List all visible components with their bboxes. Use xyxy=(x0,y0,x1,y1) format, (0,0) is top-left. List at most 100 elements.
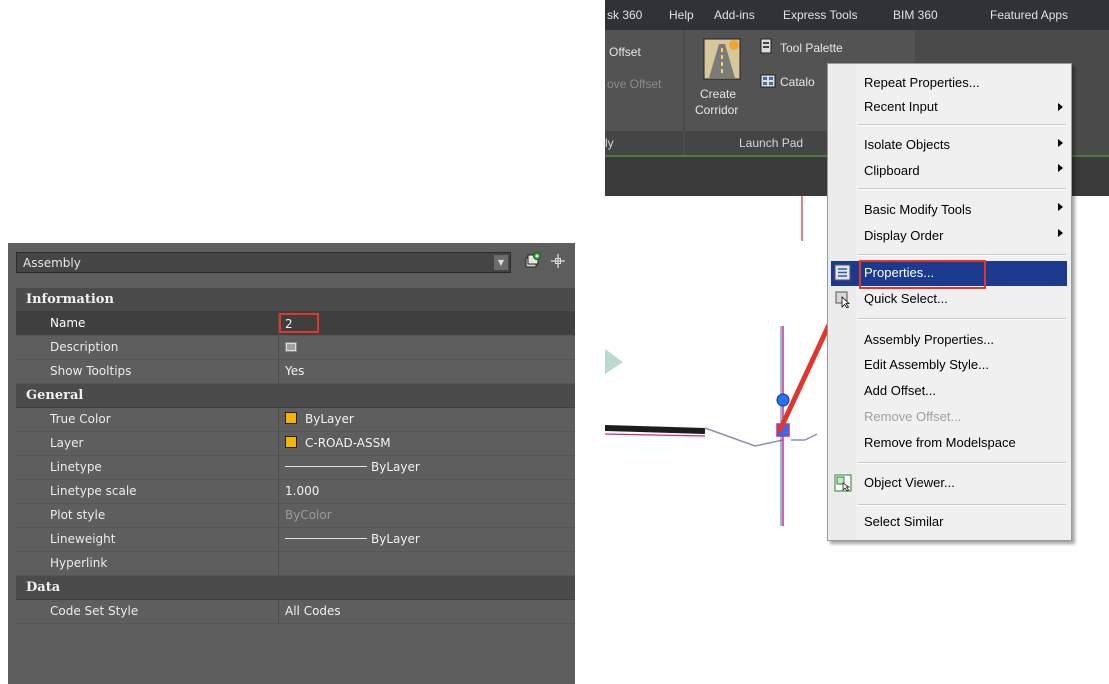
quick-select-icon xyxy=(835,291,851,308)
property-value[interactable]: ByLayer xyxy=(279,528,575,551)
property-row-code-set-style[interactable]: Code Set Style All Codes xyxy=(16,600,575,624)
property-value[interactable]: ByLayer xyxy=(279,408,575,431)
property-value[interactable] xyxy=(279,552,575,575)
menu-remove-offset: Remove Offset... xyxy=(864,409,962,424)
property-row-description[interactable]: Description xyxy=(16,336,575,360)
category-general[interactable]: General xyxy=(16,384,575,408)
color-swatch xyxy=(285,436,297,448)
menu-object-viewer[interactable]: Object Viewer... xyxy=(864,472,955,494)
category-data[interactable]: Data xyxy=(16,576,575,600)
menu-recent-input[interactable]: Recent Input xyxy=(864,96,938,118)
menu-bar: sk 360 Help Add-ins Express Tools BIM 36… xyxy=(605,0,1109,30)
property-value[interactable]: 1.000 xyxy=(279,480,575,503)
menu-repeat-properties[interactable]: Repeat Properties... xyxy=(864,72,980,94)
property-key: Plot style xyxy=(16,504,279,527)
menu-display-order[interactable]: Display Order xyxy=(864,225,943,247)
properties-annotation-box xyxy=(859,260,986,289)
object-type-label: Assembly xyxy=(23,256,81,270)
panel-label: ly xyxy=(605,136,614,150)
chevron-right-icon xyxy=(605,349,623,374)
property-row-lineweight[interactable]: Lineweight ByLayer xyxy=(16,528,575,552)
menu-basic-modify-tools[interactable]: Basic Modify Tools xyxy=(864,199,971,221)
property-value[interactable]: 2 xyxy=(279,312,575,335)
menu-isolate-objects[interactable]: Isolate Objects xyxy=(864,134,950,156)
lineweight-preview xyxy=(285,538,367,539)
text-edit-icon[interactable] xyxy=(285,342,297,352)
submenu-arrow-icon xyxy=(1058,203,1063,211)
quick-select-icon[interactable] xyxy=(524,252,542,270)
linetype-preview xyxy=(285,466,367,467)
menu-separator xyxy=(858,188,1066,190)
palette-header: Assembly ▼ xyxy=(8,243,575,277)
create-corridor-icon[interactable] xyxy=(703,38,741,82)
select-objects-icon[interactable] xyxy=(549,252,567,270)
property-grid: Information Name 2 Description Show Tool… xyxy=(16,288,575,624)
property-key: Layer xyxy=(16,432,279,455)
chevron-down-icon[interactable]: ▼ xyxy=(494,255,508,270)
property-row-show-tooltips[interactable]: Show Tooltips Yes xyxy=(16,360,575,384)
tool-palette-icon[interactable] xyxy=(760,38,774,54)
property-value[interactable] xyxy=(279,336,575,359)
catalog-button[interactable]: Catalo xyxy=(780,75,815,89)
property-key: Linetype xyxy=(16,456,279,479)
menu-item-express-tools[interactable]: Express Tools xyxy=(783,8,857,22)
property-value: ByColor xyxy=(285,508,332,522)
context-menu: Repeat Properties... Recent Input Isolat… xyxy=(827,63,1072,541)
property-value[interactable]: Yes xyxy=(279,360,575,383)
property-key: Name xyxy=(16,312,279,335)
properties-palette: Assembly ▼ Information Name 2 Descriptio… xyxy=(8,243,575,684)
property-row-name[interactable]: Name 2 xyxy=(16,312,575,336)
property-row-hyperlink[interactable]: Hyperlink xyxy=(16,552,575,576)
name-value-highlight: 2 xyxy=(279,313,319,333)
panel-label: Launch Pad xyxy=(739,136,804,150)
panel-footer-assembly: ly xyxy=(605,131,683,156)
property-value[interactable]: C-ROAD-ASSM xyxy=(279,432,575,455)
menu-item-bim360[interactable]: BIM 360 xyxy=(893,8,938,22)
submenu-arrow-icon xyxy=(1058,229,1063,237)
property-key: Hyperlink xyxy=(16,552,279,575)
create-corridor-label-1[interactable]: Create xyxy=(700,87,736,101)
menu-edit-assembly-style[interactable]: Edit Assembly Style... xyxy=(864,354,989,376)
color-swatch xyxy=(285,412,297,424)
menu-assembly-properties[interactable]: Assembly Properties... xyxy=(864,329,994,351)
menu-item-help[interactable]: Help xyxy=(669,8,694,22)
submenu-arrow-icon xyxy=(1058,164,1063,172)
menu-clipboard[interactable]: Clipboard xyxy=(864,160,920,182)
menu-separator xyxy=(858,462,1066,464)
create-corridor-label-2[interactable]: Corridor xyxy=(695,103,738,117)
menu-item-featured-apps[interactable]: Featured Apps xyxy=(990,8,1068,22)
category-information[interactable]: Information xyxy=(16,288,575,312)
catalog-icon[interactable] xyxy=(760,74,776,88)
menu-separator xyxy=(858,254,1066,256)
menu-quick-select[interactable]: Quick Select... xyxy=(864,288,948,310)
property-value[interactable]: All Codes xyxy=(279,600,575,623)
layer-value: C-ROAD-ASSM xyxy=(305,436,391,450)
true-color-value: ByLayer xyxy=(305,412,354,426)
menu-item-add-ins[interactable]: Add-ins xyxy=(714,8,755,22)
submenu-arrow-icon xyxy=(1058,139,1063,147)
lineweight-value: ByLayer xyxy=(371,532,420,546)
properties-icon xyxy=(834,264,851,281)
menu-item-a360[interactable]: sk 360 xyxy=(607,8,642,22)
object-type-dropdown[interactable]: Assembly ▼ xyxy=(16,252,511,273)
property-row-layer[interactable]: Layer C-ROAD-ASSM xyxy=(16,432,575,456)
property-key: Linetype scale xyxy=(16,480,279,503)
tool-palette-button[interactable]: Tool Palette xyxy=(780,41,843,55)
remove-offset-button[interactable]: ove Offset xyxy=(607,77,661,91)
property-key: True Color xyxy=(16,408,279,431)
property-row-true-color[interactable]: True Color ByLayer xyxy=(16,408,575,432)
property-key: Code Set Style xyxy=(16,600,279,623)
offset-button[interactable]: Offset xyxy=(609,45,641,59)
menu-select-similar[interactable]: Select Similar xyxy=(864,511,943,533)
linetype-value: ByLayer xyxy=(371,460,420,474)
property-row-plot-style[interactable]: Plot style ByColor xyxy=(16,504,575,528)
property-value[interactable]: ByLayer xyxy=(279,456,575,479)
object-viewer-icon xyxy=(834,474,852,492)
property-row-linetype-scale[interactable]: Linetype scale 1.000 xyxy=(16,480,575,504)
menu-separator xyxy=(858,124,1066,126)
property-row-linetype[interactable]: Linetype ByLayer xyxy=(16,456,575,480)
name-value[interactable]: 2 xyxy=(285,313,293,336)
submenu-arrow-icon xyxy=(1058,103,1063,111)
menu-add-offset[interactable]: Add Offset... xyxy=(864,380,936,402)
menu-remove-from-modelspace[interactable]: Remove from Modelspace xyxy=(864,432,1016,454)
